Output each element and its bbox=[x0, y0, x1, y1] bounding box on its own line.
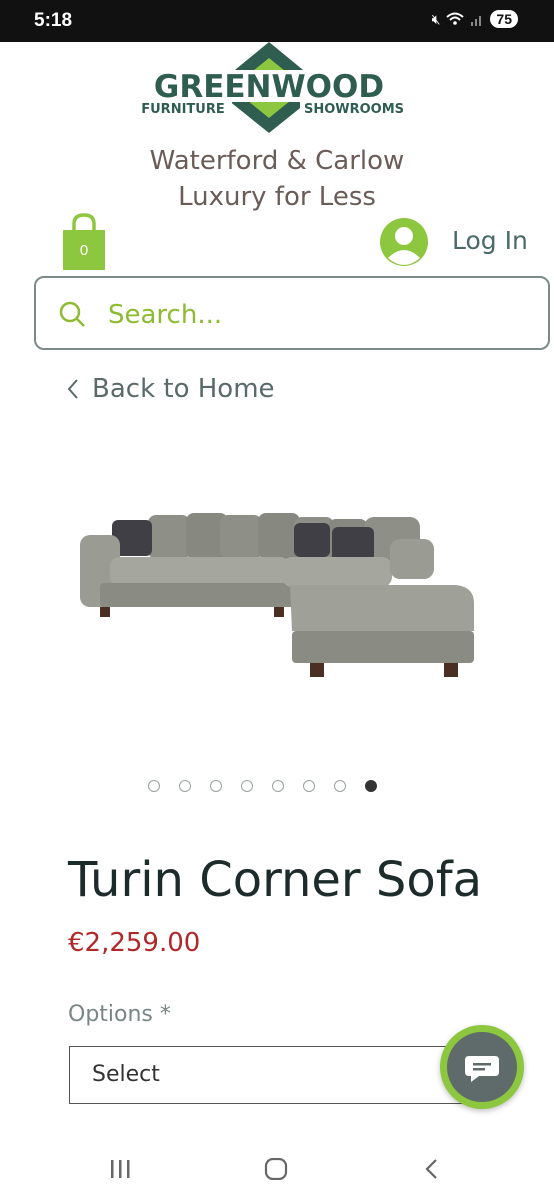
back-to-home-link[interactable]: Back to Home bbox=[66, 374, 275, 404]
cart-count: 0 bbox=[79, 242, 89, 259]
gallery-dot[interactable] bbox=[179, 780, 191, 792]
back-icon[interactable] bbox=[422, 1158, 442, 1180]
product-image[interactable] bbox=[70, 495, 484, 695]
signal-icon bbox=[471, 16, 482, 26]
tagline-line-2: Luxury for Less bbox=[178, 182, 376, 212]
options-select-value: Select bbox=[92, 1062, 160, 1087]
options-select[interactable]: Select bbox=[69, 1046, 469, 1104]
greenwood-logo[interactable]: GREENWOOD FURNITURE SHOWROOMS bbox=[0, 40, 554, 140]
search-input[interactable] bbox=[106, 292, 530, 338]
chat-button[interactable] bbox=[440, 1025, 524, 1109]
logo-subtitle-left: FURNITURE bbox=[141, 102, 224, 117]
logo-subtitle-right: SHOWROOMS bbox=[304, 102, 404, 117]
gallery-dot[interactable] bbox=[210, 780, 222, 792]
product-title: Turin Corner Sofa bbox=[68, 852, 483, 908]
product-price: €2,259.00 bbox=[68, 928, 201, 958]
login-link[interactable]: Log In bbox=[452, 226, 528, 255]
back-label: Back to Home bbox=[92, 374, 275, 404]
system-nav-bar bbox=[0, 1140, 554, 1200]
status-bar: 5:18 🔇︎ 75 bbox=[0, 0, 554, 42]
options-label: Options * bbox=[68, 1002, 171, 1027]
search-box[interactable] bbox=[34, 276, 550, 350]
gallery-dot[interactable] bbox=[272, 780, 284, 792]
cart-button[interactable]: 0 bbox=[60, 212, 108, 272]
status-icons: 🔇︎ 75 bbox=[432, 10, 518, 28]
search-icon bbox=[59, 301, 85, 327]
user-avatar-icon[interactable] bbox=[380, 218, 428, 266]
gallery-dot[interactable] bbox=[241, 780, 253, 792]
mute-icon: 🔇︎ bbox=[431, 10, 441, 27]
chevron-left-icon bbox=[67, 379, 78, 399]
battery-indicator: 75 bbox=[490, 10, 518, 28]
wifi-icon bbox=[446, 12, 465, 25]
gallery-dot[interactable] bbox=[303, 780, 315, 792]
tagline-line-1: Waterford & Carlow bbox=[149, 146, 405, 176]
gallery-dot[interactable] bbox=[365, 780, 377, 792]
chat-bubble-icon bbox=[465, 1056, 499, 1082]
recent-apps-icon[interactable] bbox=[108, 1158, 132, 1180]
gallery-dot[interactable] bbox=[148, 780, 160, 792]
status-time: 5:18 bbox=[34, 10, 73, 31]
gallery-dot[interactable] bbox=[334, 780, 346, 792]
gallery-pagination bbox=[148, 780, 377, 792]
home-icon[interactable] bbox=[264, 1158, 288, 1180]
logo-wordmark: GREENWOOD bbox=[154, 69, 384, 105]
